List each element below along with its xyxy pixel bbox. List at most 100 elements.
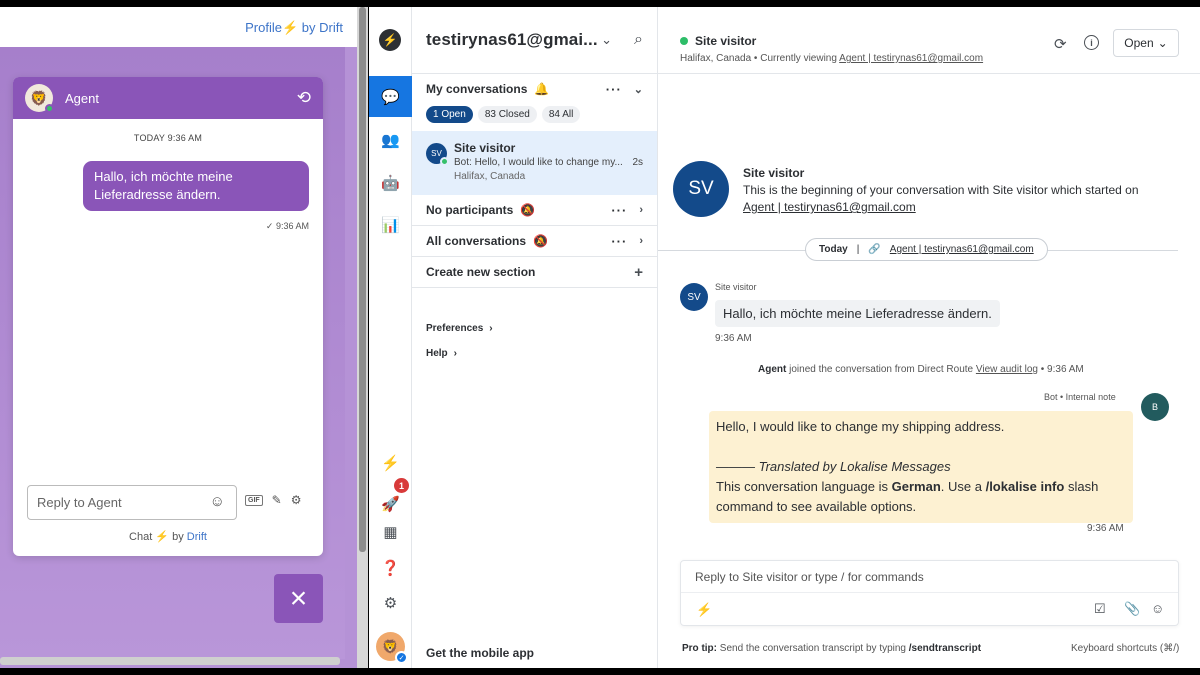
more-options-icon[interactable]: ··· <box>611 203 627 218</box>
bot-avatar: B <box>1141 393 1169 421</box>
paperclip-icon[interactable]: ✎ <box>272 493 282 507</box>
no-participants-header[interactable]: No participants 🔕 ··· › <box>426 195 643 225</box>
message-composer[interactable]: Reply to Site visitor or type / for comm… <box>680 560 1179 626</box>
my-conversations-header[interactable]: My conversations 🔔 ··· ⌄ <box>426 74 643 104</box>
info-icon[interactable]: i <box>1084 35 1099 50</box>
plus-icon[interactable]: + <box>634 264 643 281</box>
chevron-right-icon[interactable]: › <box>639 235 643 247</box>
online-indicator <box>45 104 54 113</box>
status-dropdown[interactable]: Open ⌄ <box>1113 29 1179 57</box>
chevron-right-icon: › <box>453 348 458 359</box>
preferences-link[interactable]: Preferences › <box>412 316 657 341</box>
drift-logo-icon[interactable]: ⚡ <box>379 29 401 51</box>
visitor-subtitle: Halifax, Canada • Currently viewing Agen… <box>680 53 984 64</box>
conversation-header: Site visitor Halifax, Canada • Currently… <box>658 7 1200 74</box>
conversation-list-item[interactable]: SV Site visitor Bot: Hello, I would like… <box>412 131 657 195</box>
chevron-down-icon: ⌄ <box>1157 36 1168 50</box>
widget-preview: Profile⚡ by Drift 🦁 Agent ⟲ TODAY 9:36 A… <box>0 7 368 668</box>
reports-nav-icon[interactable]: 📊 <box>369 204 412 245</box>
muted-bell-icon: 🔕 <box>520 203 536 217</box>
agent-avatar: 🦁 <box>25 84 54 113</box>
keyboard-shortcuts-link[interactable]: Keyboard shortcuts (⌘/) <box>1071 643 1179 654</box>
search-icon[interactable]: ⌕ <box>634 31 643 49</box>
all-conversations-header[interactable]: All conversations 🔕 ··· › <box>426 226 643 256</box>
bolt-icon: ⚡ <box>281 20 299 35</box>
nav-rail: ⚡ 💬 👥 🤖 📊 ⚡ 🚀 1 ▦ ❓ ⚙ 🦁 ✓ <box>369 7 412 668</box>
internal-note: Hello, I would like to change my shippin… <box>709 411 1133 523</box>
all-conversations-section: All conversations 🔕 ··· › <box>412 226 657 257</box>
close-icon: × <box>289 581 308 615</box>
muted-bell-icon: 🔕 <box>533 234 548 248</box>
my-conversations-section: My conversations 🔔 ··· ⌄ 1 Open 83 Closed… <box>412 74 657 123</box>
audit-log-link[interactable]: View audit log <box>976 364 1038 375</box>
playbook-bolt-icon[interactable]: ⚡ <box>696 602 712 618</box>
conversation-age: 2s <box>632 157 643 168</box>
more-options-icon[interactable]: ··· <box>606 82 622 97</box>
check-icon: ✓ <box>265 221 276 231</box>
conversation-intro: Site visitor This is the beginning of yo… <box>743 166 1139 214</box>
chevron-down-icon[interactable]: ⌄ <box>634 83 643 96</box>
apps-grid-icon[interactable]: ▦ <box>369 511 412 552</box>
reply-input[interactable]: Reply to Agent ☺ <box>27 485 237 520</box>
message-time: ✓ 9:36 AM <box>265 221 309 231</box>
account-header: testirynas61@gmai... ⌄ ⌕ <box>412 7 657 74</box>
gear-icon[interactable]: ⚙ <box>291 493 302 507</box>
conversations-nav-icon[interactable]: 💬 <box>369 76 412 117</box>
agent-name: Agent <box>65 90 99 106</box>
bolt-nav-icon[interactable]: ⚡ <box>369 442 412 483</box>
bot-nav-icon[interactable]: 🤖 <box>369 162 412 203</box>
history-icon[interactable]: ⟲ <box>297 88 311 108</box>
link-icon: 🔗 <box>868 244 881 255</box>
filter-all[interactable]: 84 All <box>541 106 581 123</box>
emoji-icon[interactable]: ☺ <box>1151 601 1164 616</box>
more-options-icon[interactable]: ··· <box>611 234 627 249</box>
note-time: 9:36 AM <box>1087 523 1124 534</box>
join-event: Agent joined the conversation from Direc… <box>758 364 1084 375</box>
conversation-name: Site visitor <box>454 141 516 155</box>
scrollbar-thumb[interactable] <box>359 7 366 552</box>
paperclip-icon[interactable]: 📎 <box>1124 601 1140 617</box>
viewing-page-link[interactable]: Agent | testirynas61@gmail.com <box>839 53 983 64</box>
close-widget-button[interactable]: × <box>274 574 323 623</box>
intro-page-link[interactable]: Agent | testirynas61@gmail.com <box>743 200 916 214</box>
date-label: TODAY 9:36 AM <box>133 133 203 143</box>
composer-input[interactable]: Reply to Site visitor or type / for comm… <box>695 570 924 584</box>
calendar-check-icon[interactable]: ☑ <box>1094 601 1106 617</box>
notification-badge: 1 <box>394 478 409 493</box>
gif-icon[interactable]: GIF <box>245 494 263 506</box>
profile-by-drift[interactable]: Profile⚡ by Drift <box>245 20 343 36</box>
horizontal-scrollbar[interactable] <box>0 657 340 665</box>
drift-app: ⚡ 💬 👥 🤖 📊 ⚡ 🚀 1 ▦ ❓ ⚙ 🦁 ✓ testirynas61@gm… <box>369 7 1200 668</box>
help-link[interactable]: Help › <box>412 341 657 366</box>
refresh-icon[interactable]: ⟳ <box>1054 35 1067 53</box>
create-section-row[interactable]: Create new section + <box>412 257 657 288</box>
settings-gear-icon[interactable]: ⚙ <box>369 582 412 623</box>
filter-open[interactable]: 1 Open <box>426 106 473 123</box>
chevron-down-icon[interactable]: ⌄ <box>601 32 612 48</box>
user-avatar[interactable]: 🦁 ✓ <box>376 632 408 664</box>
vertical-scrollbar[interactable] <box>357 7 368 668</box>
pro-tip: Pro tip: Send the conversation transcrip… <box>682 643 982 654</box>
visitor-message: Hallo, ich möchte meine Lieferadresse än… <box>715 300 1000 327</box>
filter-closed[interactable]: 83 Closed <box>477 106 537 123</box>
message-sender: Site visitor <box>715 282 757 292</box>
account-switcher[interactable]: testirynas61@gmai... <box>426 30 601 50</box>
conversation-view: Site visitor Halifax, Canada • Currently… <box>658 7 1200 668</box>
visitor-title: Site visitor <box>680 34 756 48</box>
status-filters: 1 Open 83 Closed 84 All <box>426 106 643 123</box>
visitor-avatar: SV <box>426 143 449 166</box>
bell-icon[interactable]: 🔔 <box>534 82 549 96</box>
bolt-icon: ⚡ <box>155 531 170 543</box>
widget-footer[interactable]: Chat ⚡ by Drift <box>13 530 323 543</box>
conversation-preview: Bot: Hello, I would like to change my... <box>454 157 623 168</box>
chat-widget: 🦁 Agent ⟲ TODAY 9:36 AM Hallo, ich möcht… <box>13 77 323 556</box>
visitor-avatar: SV <box>680 283 708 311</box>
emoji-icon[interactable]: ☺ <box>210 493 225 510</box>
conversation-list-panel: testirynas61@gmai... ⌄ ⌕ My conversation… <box>412 7 658 668</box>
day-chip-link[interactable]: Agent | testirynas61@gmail.com <box>890 244 1034 255</box>
chevron-right-icon: › <box>489 323 493 334</box>
mobile-app-link[interactable]: Get the mobile app <box>426 646 534 660</box>
no-participants-section: No participants 🔕 ··· › <box>412 195 657 226</box>
contacts-nav-icon[interactable]: 👥 <box>369 119 412 160</box>
chevron-right-icon[interactable]: › <box>639 204 643 216</box>
